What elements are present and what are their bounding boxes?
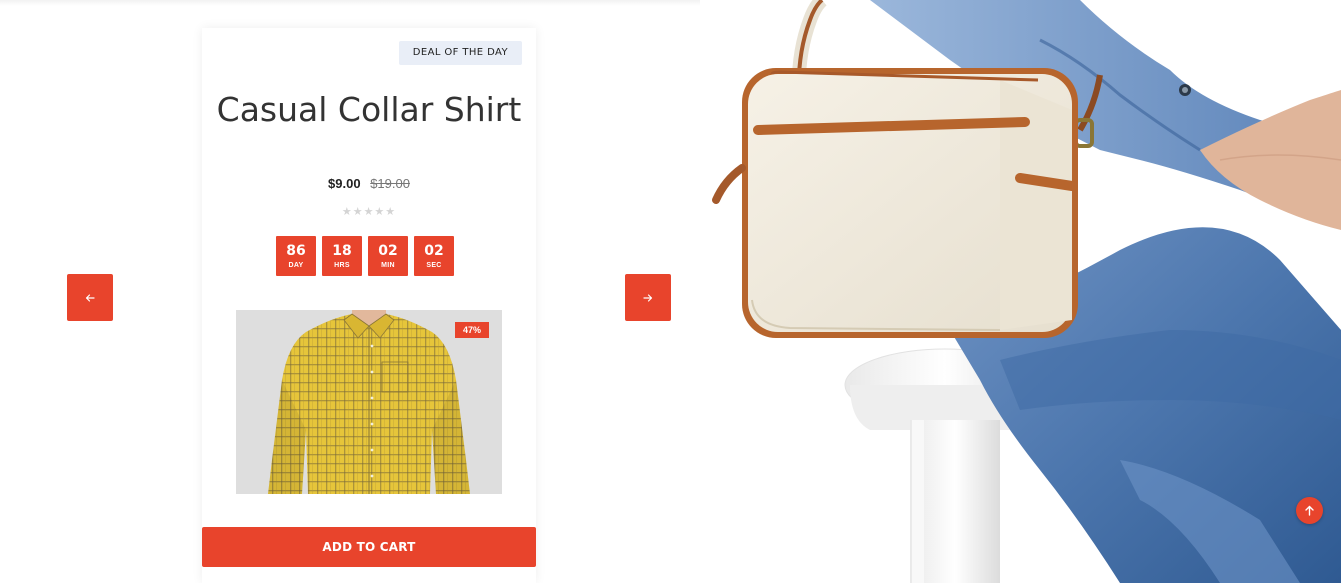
deal-of-the-day-badge: DEAL OF THE DAY xyxy=(398,41,522,65)
product-title[interactable]: Casual Collar Shirt xyxy=(202,92,536,127)
product-price: $9.00 $19.00 xyxy=(202,176,536,191)
hero-handbag-photo xyxy=(700,0,1341,583)
countdown-seconds: 02 SEC xyxy=(414,236,454,276)
countdown-minutes-value: 02 xyxy=(378,243,398,259)
countdown-days: 86 DAY xyxy=(276,236,316,276)
product-title-text: Casual Collar Shirt xyxy=(216,90,522,129)
slider-prev-button[interactable] xyxy=(67,274,113,321)
price-old: $19.00 xyxy=(370,176,410,191)
countdown-seconds-unit: SEC xyxy=(426,262,442,269)
scroll-to-top-button[interactable] xyxy=(1296,497,1323,524)
countdown-seconds-value: 02 xyxy=(424,243,444,259)
countdown-hours: 18 HRS xyxy=(322,236,362,276)
add-to-cart-button[interactable]: ADD TO CART xyxy=(202,527,536,567)
countdown-days-unit: DAY xyxy=(288,262,304,269)
arrow-left-icon xyxy=(85,293,95,302)
deal-of-the-day-section: DEAL OF THE DAY Casual Collar Shirt $9.0… xyxy=(0,0,1341,583)
star-rating: ★★★★★ xyxy=(341,206,397,218)
arrow-up-icon xyxy=(1305,505,1314,516)
price-current: $9.00 xyxy=(328,176,361,191)
countdown-minutes-unit: MIN xyxy=(381,262,395,269)
slider-next-button[interactable] xyxy=(625,274,671,321)
countdown-days-value: 86 xyxy=(286,243,306,259)
countdown-minutes: 02 MIN xyxy=(368,236,408,276)
arrow-right-icon xyxy=(643,293,653,302)
handbag-model-illustration xyxy=(700,0,1341,583)
countdown-timer: 86 DAY 18 HRS 02 MIN 02 SEC xyxy=(276,236,454,276)
discount-badge: 47% xyxy=(454,322,489,338)
product-image[interactable]: 47% xyxy=(236,310,502,494)
deal-product-card: DEAL OF THE DAY Casual Collar Shirt $9.0… xyxy=(202,28,536,583)
countdown-hours-value: 18 xyxy=(332,243,352,259)
countdown-hours-unit: HRS xyxy=(334,262,350,269)
